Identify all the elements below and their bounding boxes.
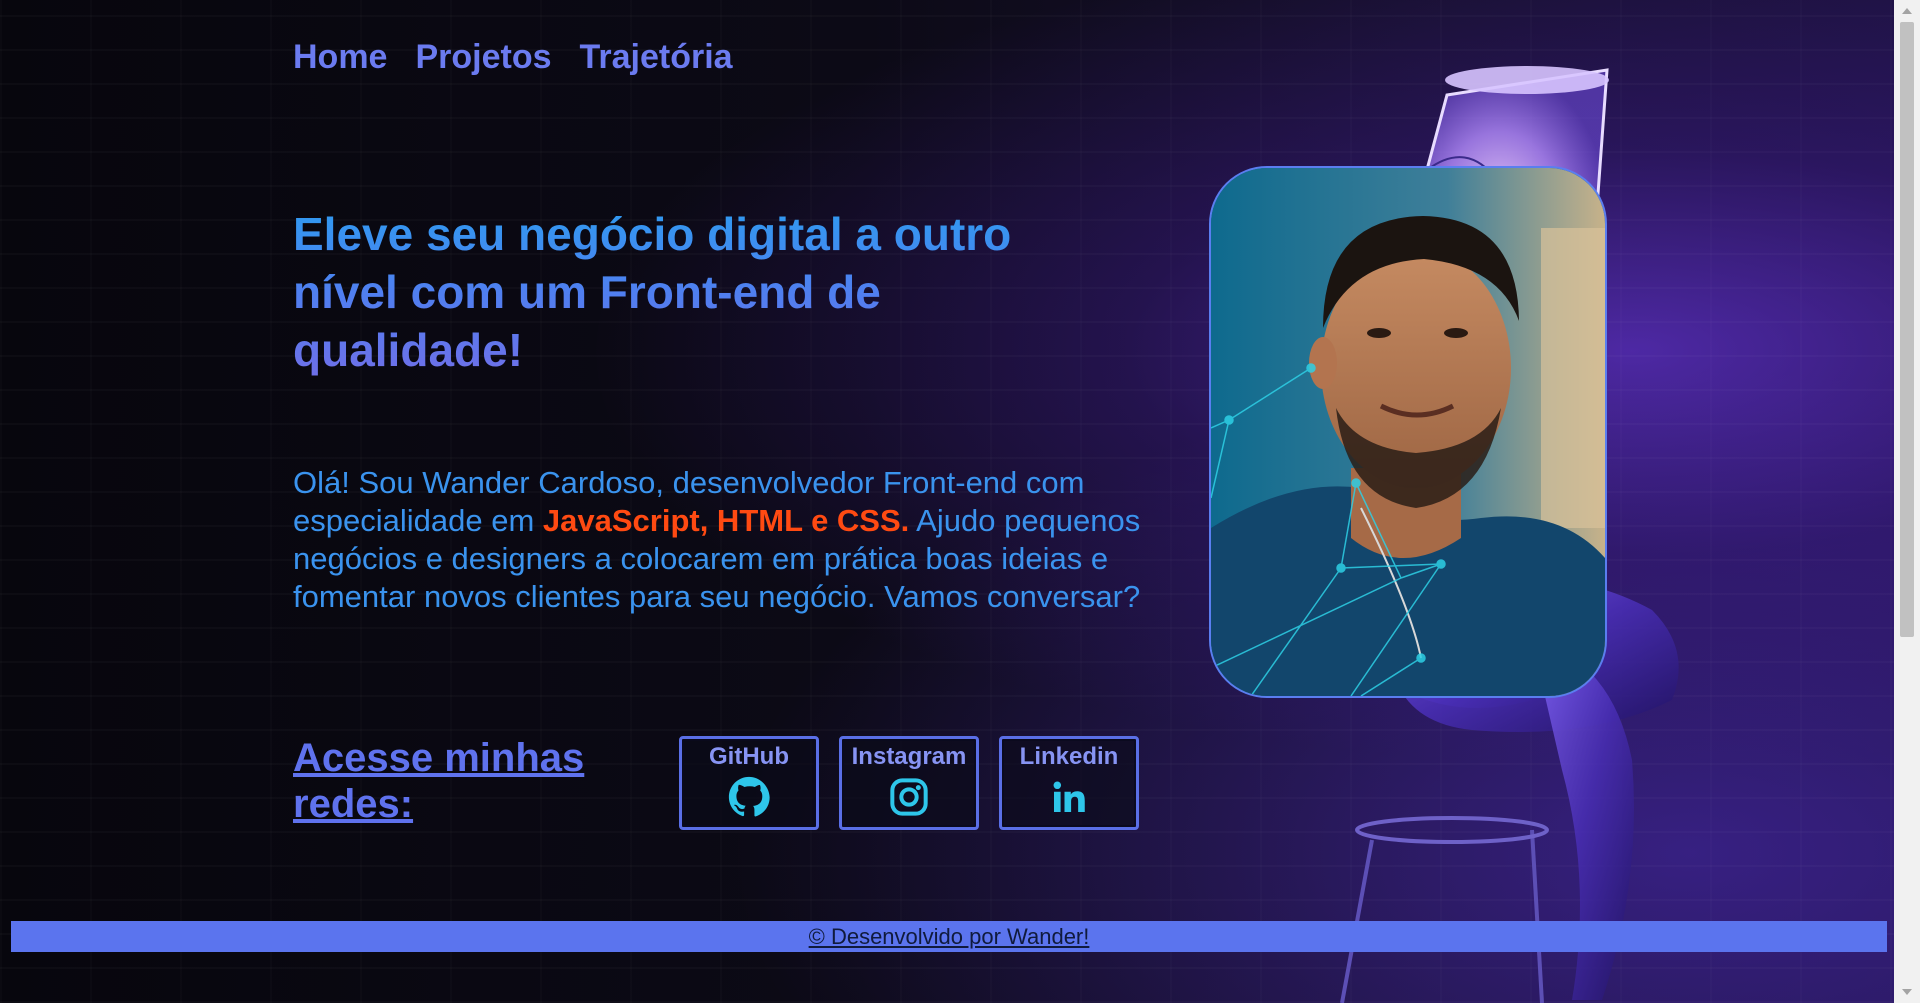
instagram-label: Instagram — [851, 743, 967, 770]
github-icon — [727, 775, 771, 819]
profile-portrait-image — [1211, 168, 1605, 696]
page-footer: © Desenvolvido por Wander! — [11, 921, 1887, 952]
nav-trajetoria-link[interactable]: Trajetória — [580, 38, 733, 77]
github-button[interactable]: GitHub — [679, 736, 819, 830]
social-buttons-group: GitHub Instagram Linkedin — [679, 736, 1139, 830]
linkedin-icon — [1047, 775, 1091, 819]
page-scrollbar[interactable] — [1894, 0, 1920, 1003]
social-networks-title: Acesse minhas redes: — [293, 736, 585, 826]
nav-projetos-link[interactable]: Projetos — [415, 38, 551, 77]
instagram-icon — [887, 775, 931, 819]
linkedin-button[interactable]: Linkedin — [999, 736, 1139, 830]
scrollbar-thumb[interactable] — [1900, 22, 1914, 637]
linkedin-label: Linkedin — [1019, 743, 1119, 770]
scroll-down-arrow-icon[interactable] — [1902, 989, 1912, 995]
scroll-up-arrow-icon[interactable] — [1902, 8, 1912, 14]
hero-headline: Eleve seu negócio digital a outro nível … — [293, 205, 1103, 379]
nav-home-link[interactable]: Home — [293, 38, 387, 77]
intro-skills-highlight: JavaScript, HTML e CSS. — [542, 503, 910, 538]
profile-photo — [1209, 166, 1607, 698]
github-label: GitHub — [709, 743, 789, 770]
main-nav: Home Projetos Trajetória — [293, 38, 733, 77]
instagram-button[interactable]: Instagram — [839, 736, 979, 830]
hero-intro: Olá! Sou Wander Cardoso, desenvolvedor F… — [293, 464, 1163, 616]
footer-credit-link[interactable]: © Desenvolvido por Wander! — [809, 924, 1090, 950]
